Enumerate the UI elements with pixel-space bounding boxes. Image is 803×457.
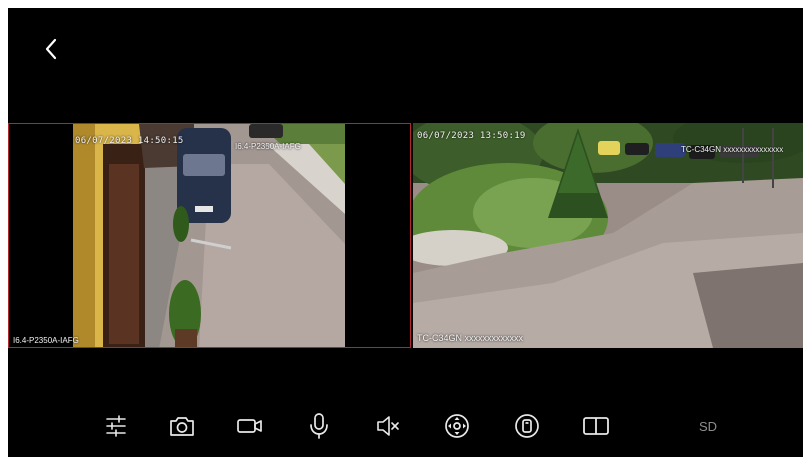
- talk-button[interactable]: [303, 410, 335, 442]
- camera-feed-2-image: [413, 123, 803, 348]
- device-view-button[interactable]: [511, 410, 543, 442]
- camera-feed-1[interactable]: 06/07/2023 14:50:15 I6.4-P2350A-IAFG I6.…: [8, 123, 411, 348]
- camera-1-timestamp: 06/07/2023 14:50:15: [75, 136, 184, 146]
- mute-button[interactable]: [372, 410, 404, 442]
- back-button[interactable]: [38, 36, 64, 62]
- camera-2-top-right-label: TC-C34GN xxxxxxxxxxxxxxx: [681, 145, 784, 154]
- chevron-left-icon: [45, 38, 57, 60]
- video-grid: 06/07/2023 14:50:15 I6.4-P2350A-IAFG I6.…: [8, 123, 803, 348]
- camera-feed-1-image: [9, 124, 410, 347]
- camera-feed-2[interactable]: 06/07/2023 13:50:19 TC-C34GN xxxxxxxxxxx…: [413, 123, 803, 348]
- video-icon: [237, 419, 262, 433]
- snapshot-button[interactable]: [166, 410, 198, 442]
- sliders-icon: [106, 415, 126, 437]
- camera-1-overlay-label: I6.4-P2350A-IAFG: [235, 142, 301, 151]
- ptz-button[interactable]: [441, 410, 473, 442]
- split-screen-icon: [583, 417, 609, 435]
- camera-2-overlay-label: TC-C34GN xxxxxxxxxxxxx: [417, 333, 524, 343]
- camera-2-timestamp: 06/07/2023 13:50:19: [417, 131, 526, 141]
- camera-1-corner-label: I6.4-P2350A-IAFG: [13, 336, 79, 345]
- quality-label: SD: [698, 418, 718, 434]
- quality-toggle-button[interactable]: SD: [692, 410, 724, 442]
- settings-sliders-button[interactable]: [100, 410, 132, 442]
- split-view-button[interactable]: [580, 410, 612, 442]
- speaker-muted-icon: [377, 416, 399, 436]
- microphone-icon: [310, 413, 328, 439]
- device-icon: [515, 414, 539, 438]
- record-button[interactable]: [234, 410, 266, 442]
- ptz-control-icon: [445, 414, 469, 438]
- camera-icon: [170, 417, 194, 436]
- camera-playback-screen: 06/07/2023 14:50:15 I6.4-P2350A-IAFG I6.…: [8, 8, 803, 457]
- control-toolbar: SD: [8, 406, 803, 446]
